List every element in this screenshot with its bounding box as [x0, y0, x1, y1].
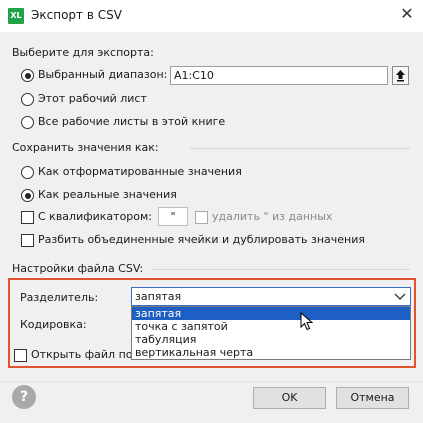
open-after-label: Открыть файл посл [31, 348, 146, 361]
split-merged-label: Разбить объединенные ячейки и дублироват… [38, 233, 366, 246]
close-icon[interactable]: ✕ [399, 5, 415, 23]
radio-all-sheets-label: Все рабочие листы в этой книге [38, 115, 226, 128]
separator-select-value: запятая [135, 290, 182, 303]
section-divider [190, 148, 410, 149]
chevron-down-icon [394, 293, 406, 300]
separator-option[interactable]: запятая [132, 307, 410, 320]
ok-button[interactable]: OK [253, 387, 326, 409]
qualifier-label: С квалификатором: [38, 210, 153, 223]
open-after-checkbox[interactable] [14, 349, 27, 362]
remove-qualifier-label: удалить " из данных [212, 210, 333, 223]
separator-option[interactable]: точка с запятой [132, 320, 410, 333]
values-section-heading: Сохранить значения как: [12, 141, 159, 154]
app-logo-icon: XL [8, 8, 24, 24]
up-arrow-icon [396, 70, 405, 82]
window-title: Экспорт в CSV [31, 8, 122, 22]
csv-section-heading: Настройки файла CSV: [12, 262, 144, 275]
radio-real-values-label: Как реальные значения [38, 188, 177, 201]
separator-dropdown-list: запятая точка с запятой табуляция вертик… [131, 306, 411, 360]
help-button[interactable]: ? [12, 385, 36, 409]
export-section-heading: Выберите для экспорта: [12, 46, 154, 59]
radio-formatted-values-label: Как отформатированные значения [38, 165, 242, 178]
separator-option[interactable]: табуляция [132, 333, 410, 346]
qualifier-checkbox[interactable] [21, 211, 34, 224]
split-merged-checkbox[interactable] [21, 234, 34, 247]
qualifier-input[interactable]: " [158, 207, 188, 226]
encoding-label: Кодировка: [20, 318, 87, 331]
separator-select[interactable]: запятая [131, 287, 411, 306]
separator-option[interactable]: вертикальная черта [132, 346, 410, 359]
section-divider [152, 269, 410, 270]
radio-selected-range-label: Выбранный диапазон: [38, 68, 168, 81]
radio-real-values[interactable] [21, 189, 34, 202]
separator-label: Разделитель: [20, 291, 99, 304]
remove-qualifier-checkbox[interactable] [195, 211, 208, 224]
mouse-pointer-icon [300, 312, 314, 331]
radio-this-sheet[interactable] [21, 93, 34, 106]
range-picker-button[interactable] [392, 66, 409, 85]
cancel-button[interactable]: Отмена [336, 387, 409, 409]
radio-selected-range[interactable] [21, 69, 34, 82]
radio-all-sheets[interactable] [21, 116, 34, 129]
radio-this-sheet-label: Этот рабочий лист [38, 92, 147, 105]
range-input[interactable]: A1:C10 [170, 66, 388, 85]
radio-formatted-values[interactable] [21, 166, 34, 179]
footer-divider [0, 381, 423, 382]
